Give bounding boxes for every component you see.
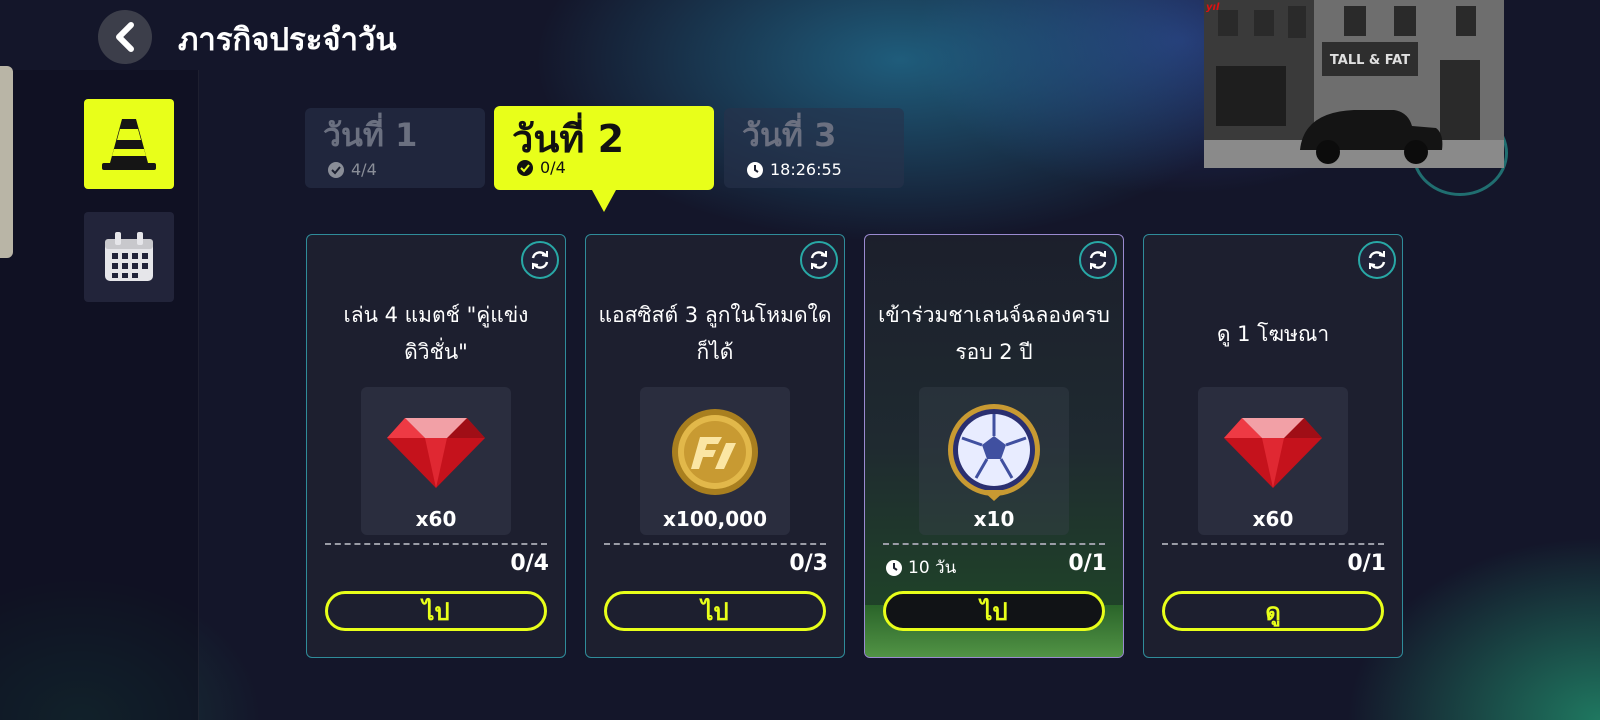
day-status: 18:26:55 (746, 160, 842, 179)
drawer-handle[interactable] (0, 66, 13, 258)
tab-pointer (592, 190, 616, 212)
mission-card: ดู 1 โฆษณา x60 0/1 ดู (1143, 234, 1403, 658)
reward-quantity: x60 (1252, 507, 1294, 531)
street-photo-image: TALL & FAT yıl (1204, 0, 1504, 168)
mission-card: เล่น 4 แมตช์ "คู่แข่งดิวิชั่น" x60 0/4 ไ… (306, 234, 566, 658)
red-gem-icon (1224, 418, 1322, 488)
football-badge-icon (948, 404, 1040, 501)
tab-day-3[interactable]: วันที่ 3 18:26:55 (724, 108, 904, 188)
mission-timer: 10 วัน (885, 554, 956, 581)
go-button[interactable]: ไป (604, 591, 826, 631)
day-status: 4/4 (327, 160, 377, 179)
sign-text: TALL & FAT (1330, 53, 1410, 68)
day-status: 0/4 (516, 158, 566, 177)
watch-button[interactable]: ดู (1162, 591, 1384, 631)
mission-title: ดู 1 โฆษณา (1216, 321, 1330, 346)
corner-text: yıl (1206, 2, 1220, 13)
video-overlay: TALL & FAT yıl (1204, 0, 1504, 168)
reward-box: x60 (361, 387, 511, 535)
reward-quantity: x60 (415, 507, 457, 531)
go-button[interactable]: ไป (883, 591, 1105, 631)
mission-progress: 0/1 (1347, 551, 1386, 576)
check-circle-icon (328, 161, 344, 178)
mission-title: เล่น 4 แมตช์ "คู่แข่งดิวิชั่น" (343, 303, 529, 364)
mission-title: เข้าร่วมชาเลนจ์ฉลองครบรอบ 2 ปี (878, 303, 1110, 364)
refresh-icon (1368, 251, 1386, 269)
reward-box: x60 (1198, 387, 1348, 535)
refresh-button[interactable] (521, 241, 559, 279)
gold-coin-icon (672, 409, 758, 495)
clock-icon (747, 161, 763, 178)
mission-timer-text: 10 วัน (908, 558, 957, 578)
divider (883, 543, 1105, 545)
divider (604, 543, 826, 545)
day-status-text: 0/4 (540, 158, 566, 177)
mission-progress: 0/4 (510, 551, 549, 576)
mission-card: แอสซิสต์ 3 ลูกในโหมดใดก็ได้ x100,000 0/3… (585, 234, 845, 658)
day-label: วันที่ 1 (323, 116, 418, 154)
refresh-button[interactable] (800, 241, 838, 279)
refresh-icon (810, 251, 828, 269)
refresh-button[interactable] (1079, 241, 1117, 279)
day-status-text: 18:26:55 (770, 160, 842, 179)
mission-card-featured: เข้าร่วมชาเลนจ์ฉลองครบรอบ 2 ปี x10 10 วั… (864, 234, 1124, 658)
mission-progress: 0/3 (789, 551, 828, 576)
day-label: วันที่ 3 (742, 116, 837, 154)
divider (1162, 543, 1384, 545)
red-gem-icon (387, 418, 485, 488)
back-button[interactable] (98, 10, 152, 64)
reward-box: x10 (919, 387, 1069, 535)
refresh-icon (531, 251, 549, 269)
page-title: ภารกิจประจำวัน (178, 22, 397, 58)
chevron-left-icon (116, 22, 134, 52)
sidebar-item-missions[interactable] (84, 99, 174, 189)
calendar-icon (105, 232, 153, 281)
tab-day-2[interactable]: วันที่ 2 0/4 (494, 106, 714, 212)
check-circle-icon (517, 159, 533, 176)
reward-quantity: x10 (973, 507, 1015, 531)
refresh-button[interactable] (1358, 241, 1396, 279)
mission-title: แอสซิสต์ 3 ลูกในโหมดใดก็ได้ (598, 303, 832, 364)
refresh-icon (1089, 251, 1107, 269)
go-button[interactable]: ไป (325, 591, 547, 631)
day-status-text: 4/4 (351, 160, 377, 179)
clock-icon (886, 559, 902, 576)
traffic-cone-icon (102, 119, 156, 170)
sidebar-item-calendar[interactable] (84, 212, 174, 302)
tab-day-1[interactable]: วันที่ 1 4/4 (305, 108, 485, 188)
divider (325, 543, 547, 545)
mission-progress: 0/1 (1068, 551, 1107, 576)
reward-quantity: x100,000 (663, 507, 767, 531)
reward-box: x100,000 (640, 387, 790, 535)
